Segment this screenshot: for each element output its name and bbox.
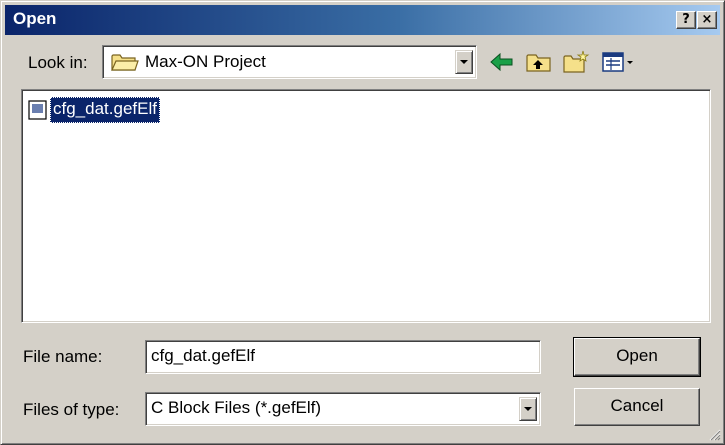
file-name-label: File name: <box>23 347 103 366</box>
title-bar[interactable]: Open ? × <box>5 5 720 35</box>
look-in-label: Look in: <box>28 53 88 72</box>
up-one-level-icon[interactable] <box>525 49 553 75</box>
help-icon: ? <box>682 12 690 27</box>
chevron-down-icon <box>460 60 468 64</box>
look-in-value: Max-ON Project <box>145 52 266 71</box>
file-type-value: C Block Files (*.gefElf) <box>151 398 322 417</box>
close-icon: × <box>701 12 713 27</box>
look-in-dropdown[interactable]: Max-ON Project <box>102 45 477 79</box>
window-title: Open <box>13 9 57 28</box>
file-name: cfg_dat.gefElf <box>50 97 160 123</box>
folder-icon <box>111 54 139 71</box>
cancel-button[interactable]: Cancel <box>574 388 700 426</box>
new-folder-icon[interactable] <box>562 49 590 75</box>
file-type-dropdown-button[interactable] <box>519 397 537 421</box>
files-of-type-label: Files of type: <box>23 400 120 419</box>
file-list[interactable]: cfg_dat.gefElf <box>21 89 711 323</box>
resize-grip-icon[interactable] <box>707 427 721 441</box>
look-in-dropdown-button[interactable] <box>455 50 473 74</box>
file-name-input[interactable]: cfg_dat.gefElf <box>145 340 541 374</box>
open-button[interactable]: Open <box>573 337 701 377</box>
close-button[interactable]: × <box>697 11 717 29</box>
open-dialog: Open ? × Look in: Max-ON Project cfg_dat… <box>0 0 725 445</box>
back-arrow-icon[interactable] <box>488 49 516 75</box>
file-icon <box>28 100 47 120</box>
chevron-down-icon <box>524 407 532 411</box>
help-button[interactable]: ? <box>676 11 696 29</box>
file-type-dropdown[interactable]: C Block Files (*.gefElf) <box>145 392 541 426</box>
view-menu-icon[interactable] <box>601 49 637 75</box>
